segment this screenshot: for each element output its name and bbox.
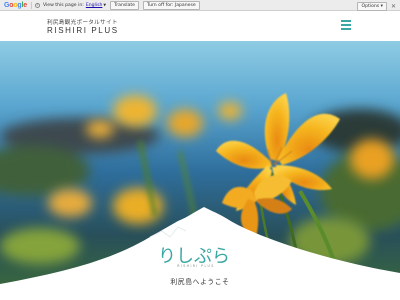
turn-off-button[interactable]: Turn off for: Japanese [142,0,200,10]
site-header: 利尻島観光ポータルサイト RISHIRI PLUS [0,11,400,41]
site-tagline: 利尻島観光ポータルサイト [47,20,118,26]
close-icon[interactable]: ✕ [391,3,396,10]
view-page-label: View this page in: [42,2,84,8]
translate-bar: Google i View this page in: English ▼ Tr… [0,0,400,11]
google-logo: Google [4,1,27,9]
translate-button[interactable]: Translate [110,0,139,10]
site-brand[interactable]: RISHIRI PLUS [47,26,119,35]
language-select[interactable]: English [86,3,103,8]
info-icon[interactable]: i [34,2,40,8]
chevron-down-icon: ▼ [103,3,107,7]
hamburger-menu-icon[interactable] [341,20,351,32]
logo-subtext: RISHIRI PLUS [177,264,215,268]
options-button[interactable]: Options ▾ [357,2,387,11]
welcome-text: 利尻島へようこそ [170,278,230,286]
